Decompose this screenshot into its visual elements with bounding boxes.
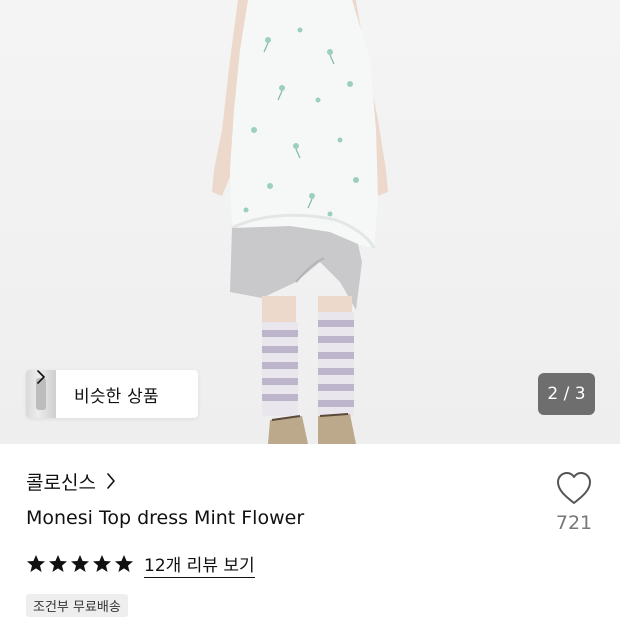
- star-filled-icon: [49, 555, 67, 572]
- brand-link[interactable]: 콜로신스: [26, 468, 116, 494]
- heart-outline-icon: [557, 472, 591, 504]
- star-filled-icon: [93, 555, 111, 572]
- star-filled-icon: [27, 555, 45, 572]
- shipping-badge: 조건부 무료배송: [26, 594, 128, 617]
- similar-products-label: 비슷한 상품: [74, 386, 159, 407]
- chevron-right-icon: [37, 370, 45, 384]
- brand-name: 콜로신스: [26, 471, 96, 494]
- similar-products-button[interactable]: 비슷한 상품: [26, 370, 198, 418]
- image-page-counter: 2 / 3: [538, 373, 595, 415]
- wishlist-count: 721: [555, 512, 593, 534]
- view-reviews-link[interactable]: 12개 리뷰 보기: [144, 551, 255, 578]
- rating-row: 12개 리뷰 보기: [26, 550, 255, 578]
- chevron-right-icon: [107, 473, 115, 489]
- rating-stars: [26, 554, 134, 574]
- product-image[interactable]: 비슷한 상품 2 / 3: [0, 0, 620, 444]
- star-filled-icon: [115, 555, 133, 572]
- star-filled-icon: [71, 555, 89, 572]
- wishlist-button[interactable]: 721: [548, 470, 600, 542]
- product-title: Monesi Top dress Mint Flower: [26, 507, 305, 529]
